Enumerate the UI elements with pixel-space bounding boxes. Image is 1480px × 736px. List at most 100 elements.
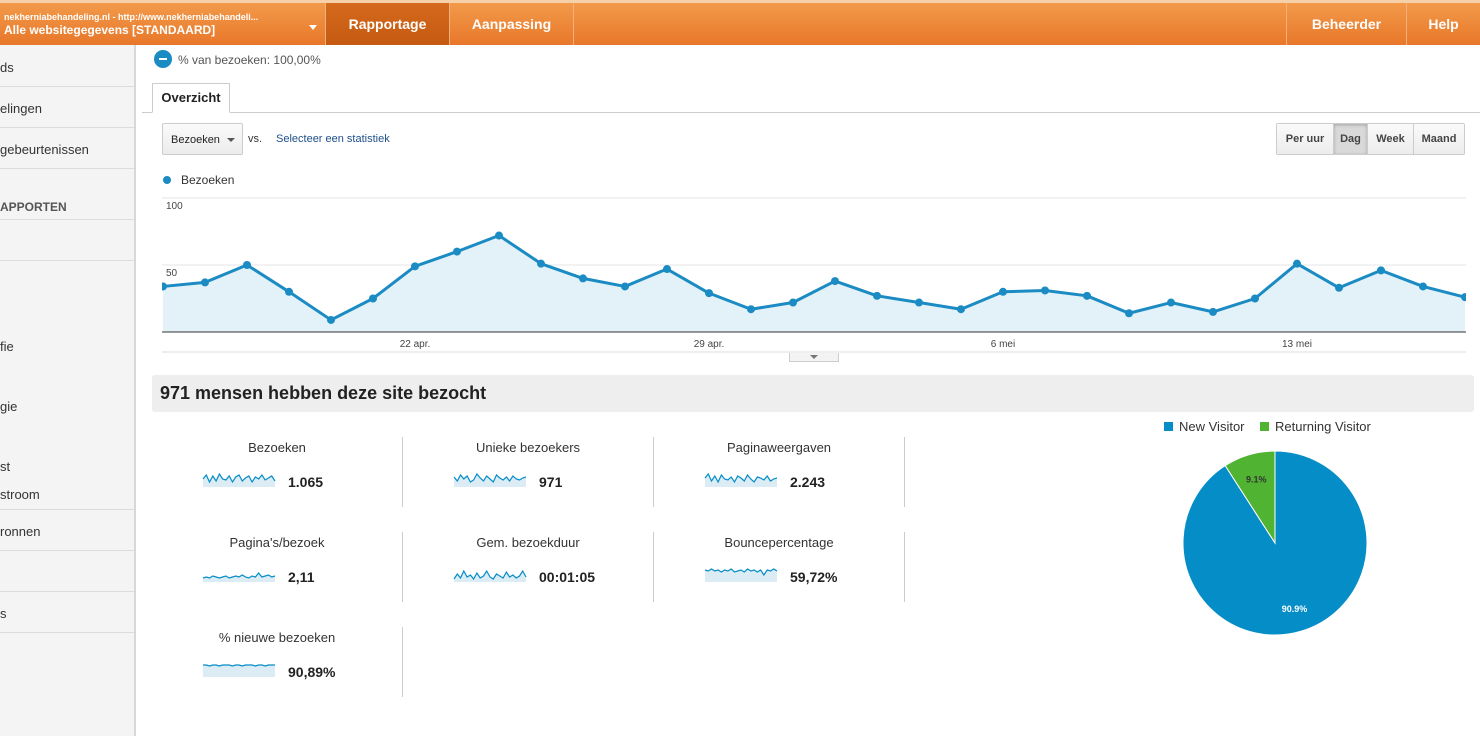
sidebar-divider (0, 550, 134, 551)
sidebar-item-4[interactable]: fie (0, 339, 134, 354)
visits-line-chart: 50 100 22 apr. 29 apr. 6 mei 13 mei (162, 197, 1466, 353)
stat-value: 2,11 (288, 569, 315, 585)
sparkline-fill (705, 474, 777, 487)
account-url: nekherniabehandeling.nl - http://www.nek… (4, 12, 259, 22)
data-point (789, 298, 797, 307)
x-tick-label: 29 apr. (694, 339, 725, 350)
data-point (285, 287, 293, 296)
sparkline (203, 664, 275, 677)
sidebar-item-8[interactable]: ronnen (0, 524, 134, 539)
tab-beheerder[interactable]: Beheerder (1286, 3, 1406, 45)
sparkline-fill (454, 474, 526, 487)
tab-aanpassing[interactable]: Aanpassing (449, 3, 573, 45)
data-point (201, 278, 209, 287)
sidebar-divider (0, 260, 134, 261)
tabs-divider (142, 112, 1480, 113)
stat-divider (904, 532, 905, 602)
granularity-group: Per uur Dag Week Maand (1276, 123, 1465, 155)
stat-unique-visitors: Unieke bezoekers 971 (403, 440, 653, 512)
sidebar-item-7[interactable]: stroom (0, 487, 134, 502)
stat-pageviews: Paginaweergaven 2.243 (654, 440, 904, 512)
data-point (1335, 283, 1343, 292)
sidebar-section-header: APPORTEN (0, 200, 67, 214)
data-point (495, 231, 503, 240)
pie-slice-label: 90.9% (1282, 604, 1308, 614)
sidebar-item-6[interactable]: st (0, 459, 134, 474)
data-point (1377, 266, 1385, 275)
data-point (327, 315, 335, 324)
tab-help[interactable]: Help (1406, 3, 1480, 45)
visitor-type-pie-chart: 90.9% 9.1% (1182, 451, 1368, 636)
pie-legend-label: Returning Visitor (1275, 419, 1371, 434)
stat-name: % nieuwe bezoeken (218, 630, 336, 645)
account-selector[interactable]: nekherniabehandeling.nl - http://www.nek… (0, 6, 325, 48)
stat-name: Bezoeken (248, 440, 306, 455)
main-content: % van bezoeken: 100,00% Overzicht Bezoek… (142, 45, 1480, 736)
sidebar-item-1[interactable]: ds (0, 60, 134, 75)
data-point (1419, 282, 1427, 291)
data-point (1041, 286, 1049, 295)
sparkline (202, 472, 276, 487)
chevron-down-icon (227, 138, 235, 142)
data-point (999, 287, 1007, 296)
data-point (1083, 291, 1091, 300)
pie-legend-returning: Returning Visitor (1260, 419, 1371, 434)
data-point (915, 298, 923, 307)
sparkline (202, 572, 276, 582)
sidebar-divider (0, 591, 134, 592)
data-point (537, 259, 545, 268)
granularity-hour-button[interactable]: Per uur (1277, 124, 1333, 154)
pie-slice-label: 9.1% (1246, 474, 1267, 484)
area-fill (163, 235, 1465, 332)
granularity-day-button[interactable]: Dag (1333, 124, 1367, 154)
sidebar-item-2[interactable]: elingen (0, 101, 134, 116)
metric-dropdown-value: Bezoeken (171, 134, 220, 146)
legend-label: Bezoeken (181, 173, 235, 187)
metric-dropdown[interactable]: Bezoeken (162, 123, 243, 155)
sidebar-divider (0, 219, 134, 220)
stat-value: 1.065 (288, 474, 324, 490)
tab-overzicht[interactable]: Overzicht (152, 83, 230, 113)
data-point (1293, 259, 1301, 268)
sparkline (453, 569, 527, 582)
chevron-down-icon (309, 25, 317, 30)
sidebar-item-5[interactable]: gie (0, 399, 134, 414)
data-point (411, 262, 419, 271)
data-point (1251, 294, 1259, 303)
stat-value: 90,89% (288, 664, 336, 680)
sparkline (453, 472, 527, 487)
stat-name: Gem. bezoekduur (476, 535, 580, 550)
data-point (1125, 309, 1133, 318)
stat-visits: Bezoeken 1.065 (152, 440, 402, 512)
granularity-week-button[interactable]: Week (1367, 124, 1413, 154)
pie-legend-label: New Visitor (1179, 419, 1245, 434)
stat-new-visits: % nieuwe bezoeken 90,89% (152, 630, 402, 702)
data-point (243, 261, 251, 269)
x-tick-label: 13 mei (1282, 339, 1312, 350)
stat-name: Pagina's/bezoek (229, 535, 325, 550)
y-tick-label: 100 (166, 201, 183, 212)
account-profile: Alle websitegegevens [STANDAARD] (4, 23, 216, 37)
sidebar-item-3[interactable]: gebeurtenissen (0, 142, 134, 157)
segment-label: % van bezoeken: 100,00% (178, 53, 321, 67)
stat-value: 59,72% (790, 569, 838, 585)
stat-value: 971 (539, 474, 563, 490)
stat-pages-per-visit: Pagina's/bezoek 2,11 (152, 535, 402, 607)
sidebar-item-9[interactable]: s (0, 606, 134, 621)
stat-avg-duration: Gem. bezoekduur 00:01:05 (403, 535, 653, 607)
sidebar-divider (0, 127, 134, 128)
sparkline (704, 568, 778, 582)
stat-name: Unieke bezoekers (475, 440, 581, 455)
stat-divider (402, 627, 403, 697)
data-point (957, 305, 965, 314)
sidebar-divider (0, 632, 134, 633)
x-tick-label: 6 mei (991, 339, 1015, 350)
granularity-month-button[interactable]: Maand (1413, 124, 1464, 154)
select-stat-link[interactable]: Selecteer een statistiek (276, 133, 390, 145)
stat-name: Paginaweergaven (726, 440, 832, 455)
chart-expander[interactable] (789, 353, 839, 362)
segment-icon[interactable] (154, 50, 172, 68)
tab-rapportage[interactable]: Rapportage (325, 3, 449, 45)
data-point (747, 305, 755, 314)
stat-bounce-rate: Bouncepercentage 59,72% (654, 535, 904, 607)
